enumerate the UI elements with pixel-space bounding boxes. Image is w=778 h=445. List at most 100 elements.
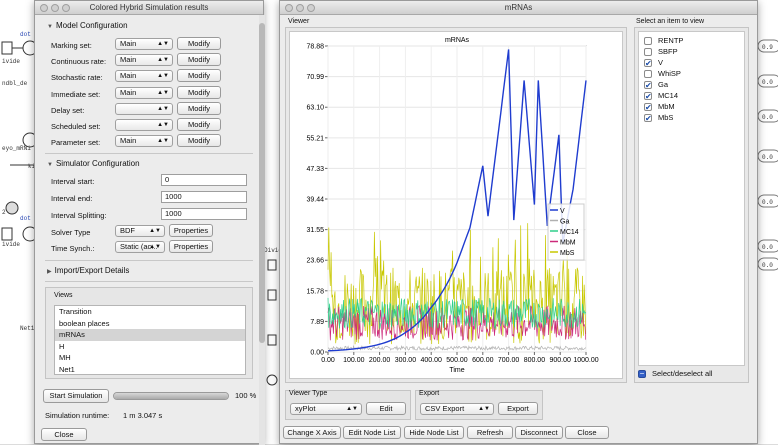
- runtime-value: 1 m 3.047 s: [123, 411, 163, 420]
- item-checkbox[interactable]: ✔: [644, 81, 652, 90]
- solver-type-select[interactable]: BDF ▲▼: [115, 225, 165, 237]
- export-group: Export CSV Export ▲▼ Export: [415, 390, 543, 420]
- y-tick-label: 0.00: [310, 350, 324, 357]
- item-checkbox[interactable]: [644, 70, 652, 79]
- bg-label: 0.0: [762, 79, 773, 86]
- item-row-sbfp[interactable]: SBFP: [644, 46, 744, 57]
- edit-node-list-button[interactable]: Edit Node List: [343, 426, 401, 439]
- zoom-window-icon[interactable]: [62, 4, 70, 12]
- item-row-v[interactable]: ✔ V: [644, 57, 744, 68]
- views-list-item[interactable]: H: [55, 341, 245, 353]
- select-all-row[interactable]: − Select/deselect all: [638, 369, 712, 379]
- disclosure-open-icon: ▼: [47, 24, 53, 30]
- select-arrows-icon: ▲▼: [157, 105, 169, 112]
- item-checkbox[interactable]: ✔: [644, 92, 652, 101]
- mrnas-viewer-window: mRNAs Viewer Select an item to view mRNA…: [279, 0, 758, 444]
- item-label: MC14: [658, 91, 679, 100]
- progress-bar: [113, 392, 229, 400]
- views-list-item[interactable]: Net1: [55, 364, 245, 375]
- select-value: Main: [120, 55, 137, 65]
- item-row-mbs[interactable]: ✔ MbS: [644, 112, 744, 123]
- modify-button[interactable]: Modify: [177, 101, 221, 115]
- item-checkbox[interactable]: [644, 37, 652, 46]
- item-row-whisp[interactable]: WhiSP: [644, 68, 744, 79]
- minimize-window-icon[interactable]: [51, 4, 59, 12]
- modify-button[interactable]: Modify: [177, 85, 221, 99]
- close-button[interactable]: Close: [565, 426, 609, 439]
- select-arrows-icon: ▲▼: [157, 122, 169, 128]
- views-list-item[interactable]: boolean places: [55, 318, 245, 330]
- divider: [45, 260, 253, 261]
- minimize-window-icon[interactable]: [296, 4, 304, 12]
- views-list-item[interactable]: MH: [55, 352, 245, 364]
- scrollbar[interactable]: [259, 15, 265, 445]
- model-config-label: Delay set:: [51, 105, 85, 115]
- modify-button[interactable]: Modify: [177, 118, 221, 131]
- hide-node-list-button[interactable]: Hide Node List: [404, 426, 464, 439]
- item-checkbox[interactable]: ✔: [644, 59, 652, 68]
- item-row-rentp[interactable]: RENTP: [644, 35, 744, 46]
- item-label: RENTP: [658, 36, 684, 45]
- bg-label: 0.9: [762, 44, 773, 51]
- modify-button[interactable]: Modify: [177, 134, 221, 148]
- model-config-select[interactable]: Main ▲▼: [115, 54, 173, 67]
- viewer-panel: mRNAs 0.00 7.89 15.78 23.66 31.55 39.44 47.33 55…: [285, 27, 627, 383]
- export-button[interactable]: Export: [498, 402, 538, 415]
- item-checkbox[interactable]: ✔: [644, 103, 652, 112]
- change-x-axis-button[interactable]: Change X Axis: [283, 426, 341, 439]
- start-simulation-button[interactable]: Start Simulation: [43, 389, 109, 403]
- time-synch-select[interactable]: Static (ac... ▲▼: [115, 241, 165, 253]
- select-all-checkbox[interactable]: −: [638, 370, 646, 379]
- bg-label: dot: [20, 31, 31, 38]
- interval-end-field[interactable]: 1000: [161, 191, 247, 203]
- select-arrows-icon: ▲▼: [157, 73, 169, 80]
- item-checklist: RENTP SBFP ✔ V WhiSP ✔ Ga ✔ MC14 ✔ MbM ✔ MbS: [638, 31, 745, 366]
- export-type-select[interactable]: CSV Export ▲▼: [420, 403, 494, 415]
- viewer-type-select[interactable]: xyPlot ▲▼: [290, 403, 362, 415]
- zoom-window-icon[interactable]: [307, 4, 315, 12]
- close-window-icon[interactable]: [40, 4, 48, 12]
- views-list[interactable]: Transition boolean places mRNAs H MH Net1: [54, 305, 246, 375]
- timesync-properties-button[interactable]: Properties: [169, 240, 213, 253]
- item-checkbox[interactable]: ✔: [644, 114, 652, 123]
- modify-button[interactable]: Modify: [177, 53, 221, 67]
- model-config-select[interactable]: Main ▲▼: [115, 38, 173, 50]
- views-list-item[interactable]: mRNAs: [55, 329, 245, 341]
- model-config-select[interactable]: Main ▲▼: [115, 70, 173, 83]
- interval-start-field[interactable]: 0: [161, 174, 247, 186]
- model-config-select[interactable]: Main ▲▼: [115, 86, 173, 99]
- x-tick-label: 500.00: [446, 357, 468, 364]
- x-tick-label: 300.00: [395, 357, 417, 364]
- close-window-icon[interactable]: [285, 4, 293, 12]
- time-synch-label: Time Synch.:: [51, 244, 95, 253]
- import-export-header[interactable]: ▶ Import/Export Details: [47, 266, 129, 275]
- title-bar[interactable]: Colored Hybrid Simulation results: [35, 1, 263, 15]
- modify-button[interactable]: Modify: [177, 69, 221, 83]
- item-row-ga[interactable]: ✔ Ga: [644, 79, 744, 90]
- model-config-select[interactable]: ▲▼: [115, 102, 173, 115]
- select-arrows-icon: ▲▼: [157, 41, 169, 47]
- interval-splitting-field[interactable]: 1000: [161, 208, 247, 220]
- sim-config-header[interactable]: ▼ Simulator Configuration: [47, 159, 140, 168]
- plot-area[interactable]: mRNAs 0.00 7.89 15.78 23.66 31.55 39.44 47.33 55…: [289, 31, 623, 379]
- model-config-select[interactable]: Main ▲▼: [115, 135, 173, 148]
- model-config-header[interactable]: ▼ Model Configuration: [47, 21, 128, 30]
- item-row-mc14[interactable]: ✔ MC14: [644, 90, 744, 101]
- views-list-item[interactable]: Transition: [55, 306, 245, 318]
- disconnect-button[interactable]: Disconnect: [515, 426, 563, 439]
- runtime-label: Simulation runtime:: [45, 411, 110, 420]
- refresh-button[interactable]: Refresh: [467, 426, 513, 439]
- y-tick-label: 55.21: [306, 135, 324, 142]
- title-bar[interactable]: mRNAs: [280, 1, 757, 15]
- legend: V Ga MC14 MbM MbS: [547, 203, 585, 261]
- solver-properties-button[interactable]: Properties: [169, 224, 213, 237]
- item-row-mbm[interactable]: ✔ MbM: [644, 101, 744, 112]
- edit-viewer-button[interactable]: Edit: [366, 402, 406, 415]
- item-checkbox[interactable]: [644, 48, 652, 57]
- close-button[interactable]: Close: [41, 428, 87, 441]
- modify-button[interactable]: Modify: [177, 37, 221, 50]
- scrollbar-thumb[interactable]: [259, 23, 265, 343]
- model-config-select[interactable]: ▲▼: [115, 119, 173, 131]
- item-label: Ga: [658, 80, 669, 89]
- bg-label: 0.0: [762, 244, 773, 251]
